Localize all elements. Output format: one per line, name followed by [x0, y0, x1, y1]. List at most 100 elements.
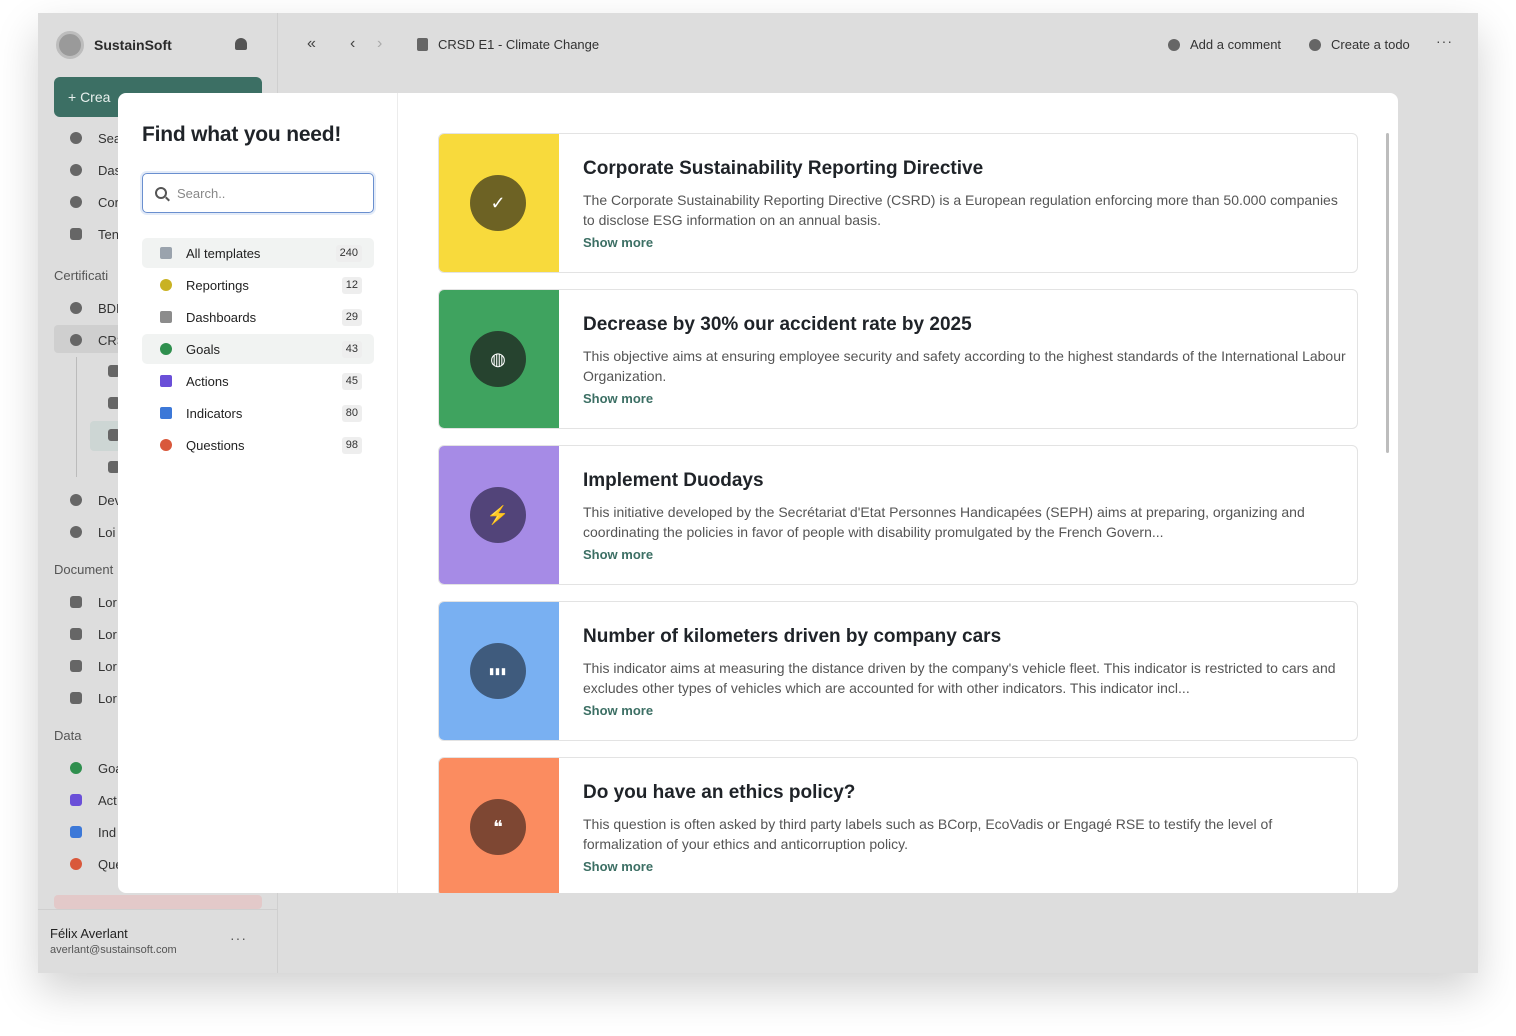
speech-bubbles-icon: [160, 439, 172, 451]
sidebar-item-search[interactable]: Sea: [70, 128, 121, 148]
bar-chart-icon: ▮▮▮: [470, 643, 526, 699]
sidebar-item-cert[interactable]: Dev: [70, 490, 121, 510]
show-more-link[interactable]: Show more: [583, 391, 653, 406]
sidebar-item-label: Lor: [98, 594, 117, 610]
workspace-name: SustainSoft: [94, 37, 172, 53]
category-all-templates[interactable]: All templates 240: [142, 238, 374, 268]
folder-icon: [70, 692, 82, 704]
template-card[interactable]: ❝ Do you have an ethics policy? This quest…: [438, 757, 1358, 893]
document-icon: [160, 311, 172, 323]
show-more-link[interactable]: Show more: [583, 859, 653, 874]
create-todo-button[interactable]: Create a todo: [1309, 37, 1410, 52]
sidebar-item-questions[interactable]: Que: [70, 854, 123, 874]
sidebar-item-cert[interactable]: Loi: [70, 522, 115, 542]
document-icon: [70, 596, 82, 608]
sidebar-item-label: Cor: [98, 194, 119, 210]
sidebar-item-label: Ind: [98, 824, 117, 840]
user-more-button[interactable]: ···: [230, 930, 247, 946]
sidebar-item-label: BDI: [98, 300, 120, 316]
card-glyph: ▮▮▮: [489, 665, 507, 676]
collapse-sidebar-icon[interactable]: «: [307, 35, 316, 53]
category-dashboards[interactable]: Dashboards 29: [142, 302, 374, 332]
sidebar-item-cert[interactable]: BDI: [70, 298, 120, 318]
category-actions[interactable]: Actions 45: [142, 366, 374, 396]
template-card[interactable]: ⚡ Implement Duodays This initiative develo…: [438, 445, 1358, 585]
show-more-link[interactable]: Show more: [583, 547, 653, 562]
card-color-panel: ❝: [439, 758, 559, 893]
lightning-icon: [160, 375, 172, 387]
template-picker-modal: Find what you need! All templates 240 Repo…: [118, 93, 1398, 893]
comment-icon: [70, 196, 82, 208]
category-count-badge: 80: [341, 405, 362, 422]
add-comment-label: Add a comment: [1190, 37, 1282, 52]
sidebar-item-doc[interactable]: Lor: [70, 656, 117, 676]
bell-icon[interactable]: [235, 38, 247, 50]
template-icon: [160, 247, 172, 259]
sidebar-item-goals[interactable]: Goa: [70, 758, 123, 778]
sidebar-item-templates[interactable]: Ten: [70, 224, 119, 244]
speech-bubbles-icon: [70, 858, 82, 870]
lightning-icon: ⚡: [470, 487, 526, 543]
sidebar-item-comments[interactable]: Cor: [70, 192, 119, 212]
modal-sidebar: Find what you need! All templates 240 Repo…: [118, 93, 398, 893]
check-circle-icon: [1309, 38, 1321, 51]
card-glyph: ⚡: [486, 504, 510, 525]
template-card[interactable]: ▮▮▮ Number of kilometers driven by compan…: [438, 601, 1358, 741]
lightning-icon: [70, 794, 82, 806]
card-description: This question is often asked by third pa…: [583, 816, 1273, 852]
sidebar-item-doc[interactable]: Lor: [70, 592, 117, 612]
category-indicators[interactable]: Indicators 80: [142, 398, 374, 428]
card-color-panel: ▮▮▮: [439, 602, 559, 740]
user-profile[interactable]: Félix Averlant averlant@sustainsoft.com …: [38, 909, 278, 973]
workspace-logo-icon: [56, 31, 84, 59]
section-data: Data: [54, 728, 82, 743]
card-title: Do you have an ethics policy?: [583, 782, 856, 803]
breadcrumb[interactable]: CRSD E1 - Climate Change: [438, 37, 599, 52]
document-icon: [70, 628, 82, 640]
card-glyph: ❝: [493, 816, 503, 837]
section-documents: Document: [54, 562, 114, 577]
show-more-link[interactable]: Show more: [583, 235, 653, 250]
sidebar-banner: [54, 895, 262, 909]
category-count-badge: 45: [341, 373, 362, 390]
check-badge-icon: [70, 302, 82, 314]
sidebar-item-doc[interactable]: Lor: [70, 624, 117, 644]
category-label: Indicators: [186, 405, 243, 421]
comment-icon: [1168, 38, 1180, 51]
topbar: « ‹ › CRSD E1 - Climate Change Add a com…: [278, 13, 1478, 77]
section-certifications: Certificati: [54, 268, 109, 283]
sidebar-item-folder[interactable]: Lor: [70, 688, 117, 708]
scrollbar[interactable]: [1386, 133, 1389, 453]
show-more-link[interactable]: Show more: [583, 703, 653, 718]
tree-connector: [76, 357, 77, 477]
add-comment-button[interactable]: Add a comment: [1168, 37, 1281, 52]
create-todo-label: Create a todo: [1331, 37, 1410, 52]
more-options-button[interactable]: ···: [1436, 33, 1453, 49]
card-description: This indicator aims at measuring the dis…: [583, 660, 1336, 696]
document-icon: [417, 38, 428, 51]
category-label: Goals: [186, 341, 220, 357]
back-icon[interactable]: ‹: [350, 35, 355, 53]
user-email: averlant@sustainsoft.com: [50, 944, 177, 956]
category-questions[interactable]: Questions 98: [142, 430, 374, 460]
template-card[interactable]: ✓ Corporate Sustainability Reporting Dire…: [438, 133, 1358, 273]
card-title: Number of kilometers driven by company c…: [583, 626, 1002, 647]
bar-chart-icon: [70, 826, 82, 838]
category-goals[interactable]: Goals 43: [142, 334, 374, 364]
sidebar-item-dashboard[interactable]: Das: [70, 160, 121, 180]
check-badge-icon: [70, 334, 82, 346]
workspace-switcher[interactable]: SustainSoft: [56, 31, 172, 59]
template-card[interactable]: ◍ Decrease by 30% our accident rate by 20…: [438, 289, 1358, 429]
category-reportings[interactable]: Reportings 12: [142, 270, 374, 300]
document-icon: [70, 660, 82, 672]
sidebar-item-label: Lor: [98, 690, 117, 706]
search-input[interactable]: [177, 185, 357, 201]
card-glyph: ◍: [490, 348, 506, 369]
sidebar-item-indicators[interactable]: Ind: [70, 822, 116, 842]
card-color-panel: ◍: [439, 290, 559, 428]
sidebar-item-label: Ten: [98, 226, 119, 242]
forward-icon[interactable]: ›: [377, 35, 382, 53]
search-field[interactable]: [142, 173, 374, 213]
category-label: Questions: [186, 437, 245, 453]
sidebar-item-actions[interactable]: Act: [70, 790, 117, 810]
